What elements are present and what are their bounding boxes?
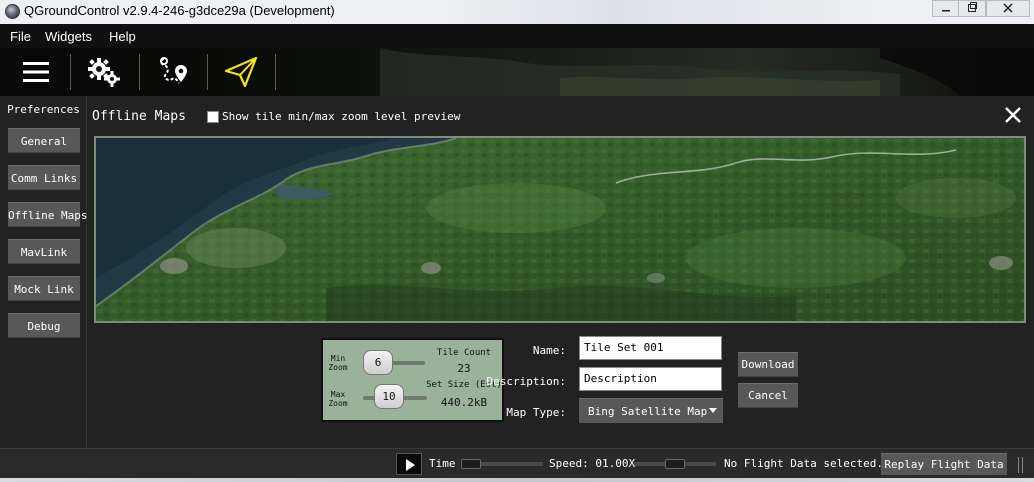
sidebar-item-mock-link[interactable]: Mock Link	[8, 276, 80, 301]
menu-file[interactable]: File	[10, 29, 31, 44]
time-slider-handle[interactable]	[461, 459, 481, 469]
flight-data-statusbar: Time Speed: 01.00X No Flight Data select…	[0, 448, 1034, 478]
toolbar-fly-button[interactable]	[213, 52, 269, 92]
play-button[interactable]	[396, 453, 422, 475]
min-zoom-slider-handle[interactable]: 6	[363, 350, 393, 375]
speed-slider-handle[interactable]	[665, 459, 685, 469]
route-plan-icon	[160, 57, 187, 84]
sidebar-item-comm-links[interactable]: Comm Links	[8, 165, 80, 190]
background-ghost	[440, 0, 880, 24]
close-icon	[1005, 107, 1021, 123]
satellite-map-view[interactable]	[94, 136, 1026, 323]
resize-grip-icon[interactable]	[1016, 455, 1030, 475]
menubar: File Widgets Help	[0, 24, 1034, 48]
cancel-button[interactable]: Cancel	[738, 383, 798, 408]
gears-icon	[88, 58, 120, 87]
max-zoom-label: Max Zoom	[328, 390, 348, 408]
menu-widgets[interactable]: Widgets	[45, 29, 92, 44]
close-icon	[1003, 3, 1013, 13]
sidebar-item-mavlink[interactable]: MavLink	[8, 239, 80, 264]
min-zoom-label: Min Zoom	[328, 354, 348, 372]
toolbar-separator	[275, 54, 276, 90]
speed-label: Speed: 01.00X	[549, 457, 636, 470]
toolbar-separator	[207, 54, 208, 90]
hamburger-menu-icon	[23, 62, 49, 82]
description-label: Description:	[486, 375, 566, 388]
window-titlebar: QGroundControl v2.9.4-246-g3dce29a (Deve…	[0, 0, 1034, 24]
map-type-value: Bing Satellite Map	[588, 405, 708, 418]
tile-count-value: 23	[457, 362, 471, 375]
toolbar-separator	[139, 54, 140, 90]
paper-plane-icon	[224, 56, 258, 88]
main-toolbar	[0, 48, 1034, 96]
page-title: Offline Maps	[92, 109, 186, 124]
map-type-select[interactable]: Bing Satellite Map	[579, 398, 723, 423]
max-zoom-slider-handle[interactable]: 10	[374, 384, 404, 409]
chevron-down-icon	[709, 408, 717, 413]
zoom-preview-checkbox[interactable]	[207, 110, 219, 123]
desktop-edge	[0, 478, 1034, 482]
name-label: Name:	[532, 344, 566, 357]
map-type-label: Map Type:	[506, 406, 566, 419]
description-field[interactable]: Description	[579, 367, 722, 391]
sidebar-heading: Preferences	[7, 103, 80, 116]
panel-close-button[interactable]	[1002, 104, 1024, 126]
satellite-map-image	[96, 138, 1024, 321]
toolbar-plan-button[interactable]	[146, 52, 202, 92]
toolbar-menu-button[interactable]	[8, 52, 64, 92]
sidebar-item-offline-maps[interactable]: Offline Maps	[8, 202, 87, 227]
flight-data-status-text: No Flight Data selected..	[724, 457, 890, 470]
zoom-preview-label: Show tile min/max zoom level preview	[222, 110, 461, 123]
zoom-preview-toggle[interactable]: Show tile min/max zoom level preview	[207, 110, 460, 123]
preferences-sidebar: Preferences General Comm Links Offline M…	[0, 96, 87, 448]
play-icon	[406, 459, 415, 471]
menu-help[interactable]: Help	[109, 29, 136, 44]
qgc-app-icon	[5, 4, 20, 19]
minimize-button[interactable]	[932, 0, 960, 17]
sidebar-item-debug[interactable]: Debug	[8, 313, 80, 338]
offline-maps-panel: Offline Maps Show tile min/max zoom leve…	[88, 96, 1034, 448]
toolbar-settings-button[interactable]	[76, 52, 132, 92]
toolbar-separator	[70, 54, 71, 90]
time-label: Time	[429, 457, 456, 470]
download-button[interactable]: Download	[738, 352, 798, 377]
maximize-icon	[968, 2, 977, 12]
tile-set-name-field[interactable]: Tile Set 001	[579, 336, 722, 360]
sidebar-item-general[interactable]: General	[8, 128, 80, 153]
maximize-button[interactable]	[958, 0, 986, 17]
minimize-icon	[942, 10, 950, 12]
replay-flight-data-button[interactable]: Replay Flight Data	[881, 453, 1007, 475]
window-close-button[interactable]	[986, 0, 1030, 17]
window-title: QGroundControl v2.9.4-246-g3dce29a (Deve…	[24, 3, 335, 18]
